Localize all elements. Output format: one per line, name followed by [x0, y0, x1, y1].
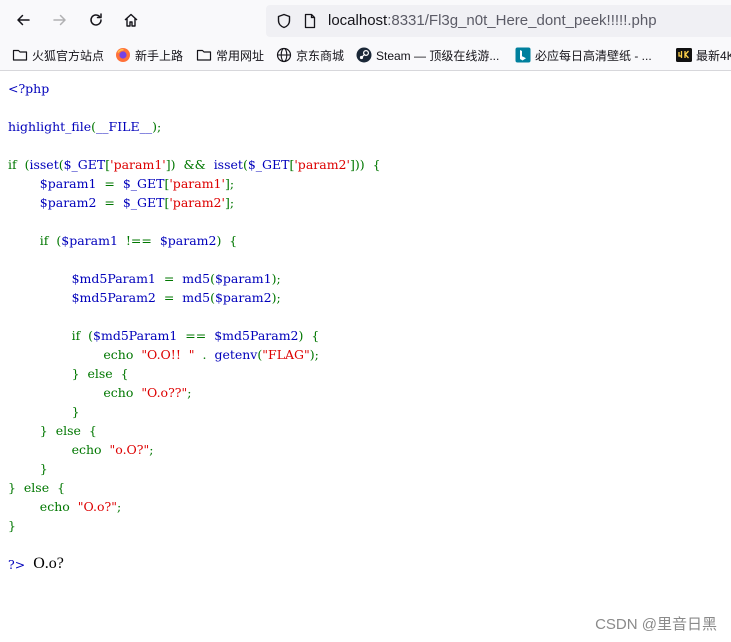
home-icon: [124, 13, 138, 27]
bookmark-label: 常用网址: [216, 48, 265, 63]
bookmark-label: Steam — 顶级在线游...: [376, 48, 500, 63]
csdn-watermark: CSDN @里音日黑: [595, 616, 717, 633]
bookmark-label: 京东商城: [296, 48, 345, 63]
code-line: } else {: [39, 423, 97, 438]
firefox-icon: [115, 47, 131, 63]
code-line: echo "O.o??";: [103, 385, 192, 400]
bookmarks-toolbar: 火狐官方站点 新手上路 常用网址 京东商城 Steam — 顶级在线游... 必…: [0, 40, 731, 71]
code-line: $param2 = $_GET['param2'];: [39, 195, 235, 210]
reload-icon: [90, 13, 102, 26]
folder-icon: [12, 47, 28, 63]
shield-icon[interactable]: [276, 13, 292, 29]
arrow-left-icon: [17, 14, 30, 26]
bookmark-label: 火狐官方站点: [32, 48, 105, 63]
url-path: :8331/Fl3g_n0t_Here_dont_peek!!!!!.php: [387, 12, 657, 29]
code-line: echo "o.O?";: [71, 442, 154, 457]
bookmark-item[interactable]: 新手上路: [115, 46, 183, 64]
code-line: $md5Param2 = md5($param2);: [71, 290, 281, 305]
bookmark-item[interactable]: Steam — 顶级在线游...: [356, 46, 499, 64]
back-button[interactable]: [8, 5, 38, 35]
code-line: if (isset($_GET['param1']) && isset($_GE…: [8, 157, 381, 172]
page-icon[interactable]: [302, 13, 318, 29]
navigation-toolbar: localhost:8331/Fl3g_n0t_Here_dont_peek!!…: [0, 0, 731, 40]
code-line: }: [71, 404, 80, 419]
code-line: } else {: [8, 480, 66, 495]
address-bar[interactable]: localhost:8331/Fl3g_n0t_Here_dont_peek!!…: [266, 5, 731, 37]
bookmark-item[interactable]: 常用网址: [196, 46, 264, 64]
globe-icon: [276, 47, 292, 63]
bookmark-item[interactable]: 最新4K: [676, 46, 731, 64]
bookmark-label: 新手上路: [135, 48, 184, 63]
code-line: if ($md5Param1 == $md5Param2) {: [71, 328, 320, 343]
home-button[interactable]: [116, 5, 146, 35]
code-line: <?php: [8, 81, 50, 96]
code-line: if ($param1 !== $param2) {: [39, 233, 238, 248]
bookmark-item[interactable]: 必应每日高清壁纸 - ...: [515, 46, 652, 64]
code-line: highlight_file(__FILE__);: [8, 119, 162, 134]
reload-button[interactable]: [81, 5, 111, 35]
bookmark-item[interactable]: 京东商城: [276, 46, 344, 64]
url-host: localhost: [328, 12, 388, 29]
4k-icon: [676, 47, 692, 63]
steam-icon: [356, 47, 372, 63]
code-line: echo "O.o?";: [39, 499, 122, 514]
code-line: echo "O.O!! " . getenv("FLAG");: [103, 347, 319, 362]
bookmark-label: 最新4K: [696, 48, 731, 63]
forward-button[interactable]: [45, 5, 75, 35]
bing-icon: [515, 47, 531, 63]
url-text[interactable]: localhost:8331/Fl3g_n0t_Here_dont_peek!!…: [328, 11, 657, 31]
code-line: $param1 = $_GET['param1'];: [39, 176, 235, 191]
php-closing-tag: ?>: [8, 556, 26, 572]
code-line: }: [39, 461, 48, 476]
code-line: }: [8, 518, 16, 533]
folder-icon: [196, 47, 212, 63]
code-line: $md5Param1 = md5($param1);: [71, 271, 281, 286]
script-output: O.o?: [33, 555, 64, 572]
arrow-right-icon: [53, 14, 66, 26]
bookmark-item[interactable]: 火狐官方站点: [12, 46, 104, 64]
bookmark-label: 必应每日高清壁纸 - ...: [535, 48, 652, 63]
page-output-line: ?> O.o?: [8, 553, 64, 575]
php-source-code: <?php highlight_file(__FILE__); if (isse…: [8, 79, 381, 535]
code-line: } else {: [71, 366, 129, 381]
